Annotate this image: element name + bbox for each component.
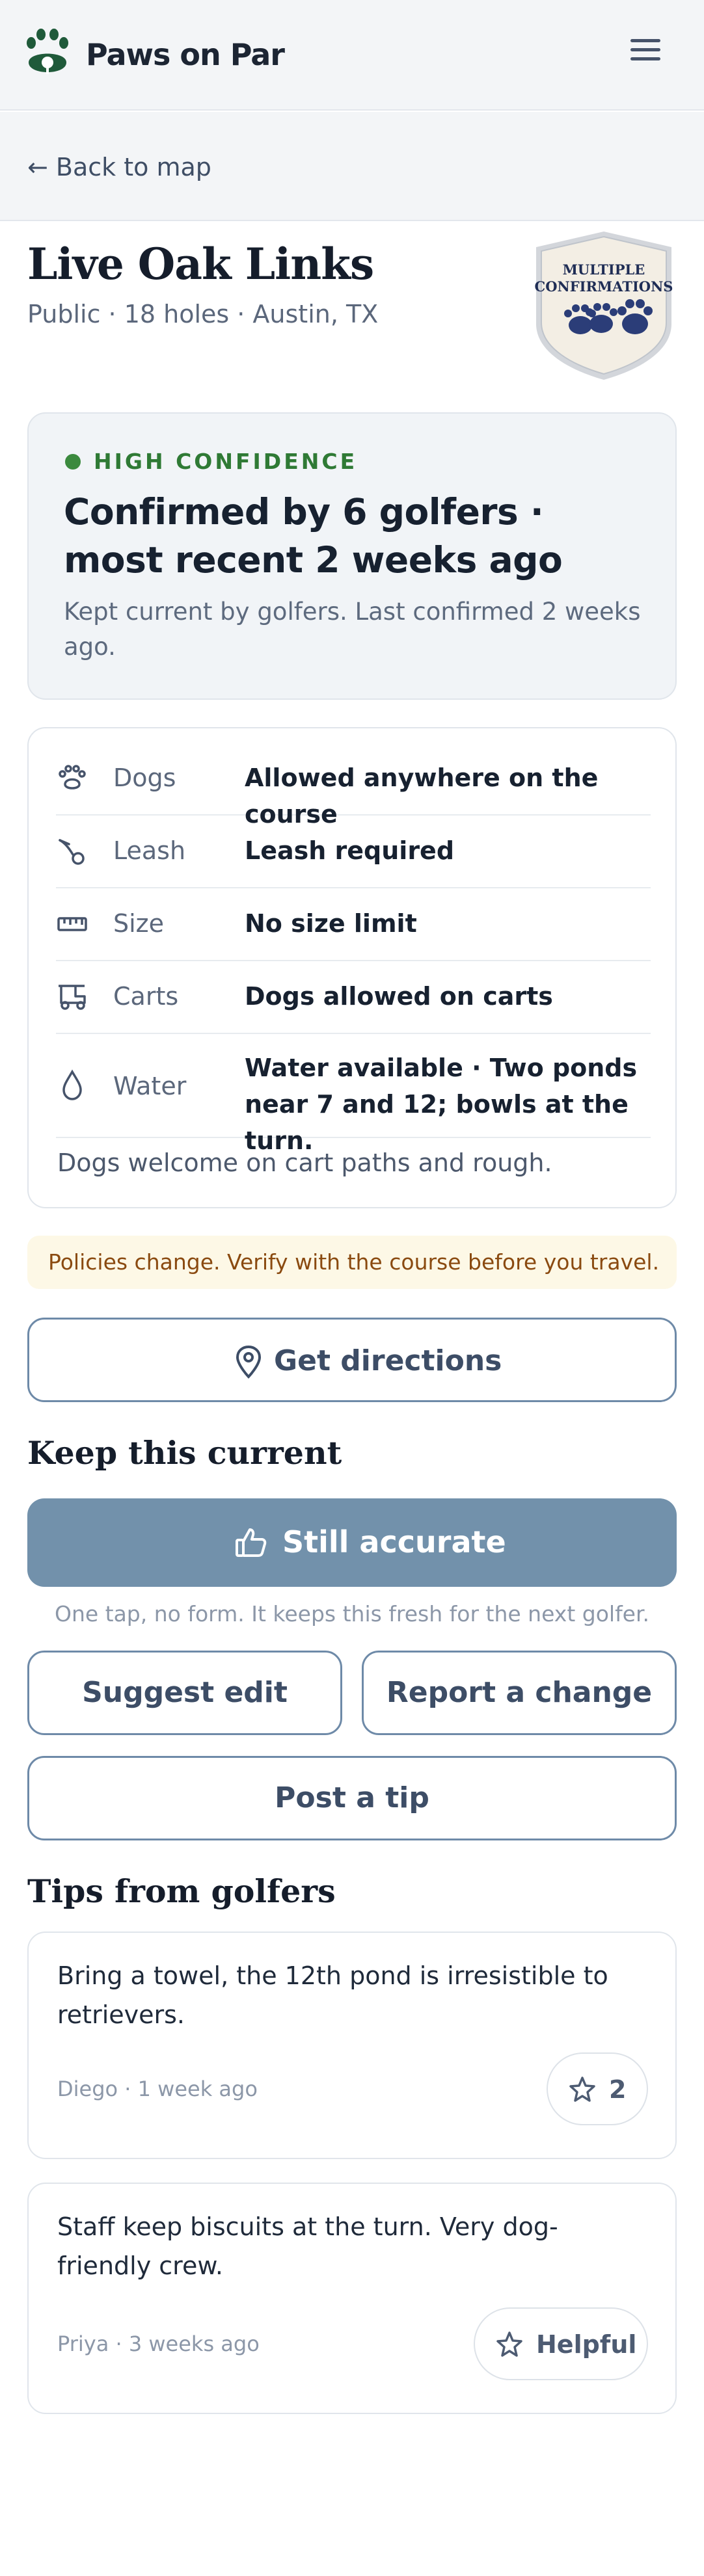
still-accurate-label: Still accurate: [282, 1524, 506, 1560]
policy-value: No size limit: [245, 909, 417, 938]
helpful-button[interactable]: 2: [547, 2052, 648, 2125]
tip-card: Staff keep biscuits at the turn. Very do…: [27, 2183, 677, 2414]
water-drop-icon: [62, 1069, 82, 1100]
policy-label: Size: [113, 909, 165, 938]
get-directions-button[interactable]: Get directions: [27, 1318, 677, 1402]
policy-label: Carts: [113, 982, 179, 1011]
thumbs-up-icon: [236, 1528, 267, 1557]
golf-cart-icon: [59, 985, 86, 1010]
leash-icon: [59, 839, 85, 865]
tip-text: Bring a towel, the 12th pond is irresist…: [57, 1961, 608, 2029]
tip-meta: Diego · 1 week ago: [57, 2077, 258, 2101]
keep-current-heading: Keep this current: [27, 1434, 342, 1472]
policy-row-carts: Carts Dogs allowed on carts: [56, 961, 651, 1034]
multiple-confirmations-badge: MULTIPLE CONFIRMATIONS: [532, 229, 675, 382]
app-header: Paws on Par: [0, 0, 704, 111]
course-details: Public · 18 holes · Austin, TX: [27, 300, 379, 328]
policy-value: Water available · Two ponds near 7 and 1…: [245, 1054, 638, 1155]
paw-icon: [59, 765, 86, 790]
badge-label: MULTIPLE CONFIRMATIONS: [534, 261, 673, 295]
hamburger-menu-icon[interactable]: [629, 39, 662, 68]
brand-name[interactable]: Paws on Par: [86, 35, 285, 74]
still-accurate-button[interactable]: Still accurate: [27, 1498, 677, 1587]
ruler-icon: [57, 917, 87, 931]
map-pin-icon: [236, 1345, 262, 1379]
directions-label: Get directions: [274, 1344, 502, 1377]
post-tip-button[interactable]: Post a tip: [27, 1756, 677, 1840]
star-icon: [569, 2077, 595, 2102]
still-accurate-hint: One tap, no form. It keeps this fresh fo…: [54, 1601, 650, 1627]
policy-value: Leash required: [245, 836, 455, 865]
policy-value: Dogs allowed on carts: [245, 982, 553, 1011]
tip-text: Staff keep biscuits at the turn. Very do…: [57, 2212, 558, 2280]
star-icon: [496, 2331, 522, 2357]
confidence-note: Kept current by golfers. Last confirmed …: [64, 598, 641, 661]
helpful-count: 2: [609, 2075, 627, 2104]
tip-meta: Priya · 3 weeks ago: [57, 2331, 260, 2356]
policy-card: Dogs Allowed anywhere on the course Leas…: [27, 727, 677, 1208]
policy-row-size: Size No size limit: [56, 888, 651, 961]
confidence-headline: Confirmed by 6 golfers · most recent 2 w…: [64, 491, 563, 581]
tip-card: Bring a towel, the 12th pond is irresist…: [27, 1932, 677, 2159]
policy-row-leash: Leash Leash required: [56, 816, 651, 888]
back-bar: ← Back to map: [0, 112, 704, 221]
helpful-label: Helpful: [536, 2330, 637, 2359]
warning-text: Policies change. Verify with the course …: [48, 1249, 660, 1275]
policy-label: Dogs: [113, 764, 176, 792]
policy-warning: Policies change. Verify with the course …: [27, 1236, 677, 1289]
helpful-button[interactable]: Helpful: [474, 2307, 648, 2380]
policy-label: Leash: [113, 836, 186, 865]
status-dot: [65, 454, 81, 470]
back-to-map-link[interactable]: ← Back to map: [27, 151, 211, 183]
policy-note: Dogs welcome on cart paths and rough.: [57, 1149, 552, 1177]
confidence-card: HIGH CONFIDENCE Confirmed by 6 golfers ·…: [27, 412, 677, 700]
policy-row-dogs: Dogs Allowed anywhere on the course: [56, 743, 651, 829]
policy-row-water: Water Water available · Two ponds near 7…: [56, 1034, 651, 1155]
course-title: Live Oak Links: [27, 239, 374, 289]
suggest-edit-button[interactable]: Suggest edit: [27, 1651, 342, 1735]
confidence-label: HIGH CONFIDENCE: [94, 449, 358, 474]
tips-heading: Tips from golfers: [27, 1872, 336, 1910]
report-change-button[interactable]: Report a change: [362, 1651, 677, 1735]
paw-golf-ball-icon[interactable]: [25, 29, 73, 81]
policy-label: Water: [113, 1072, 187, 1100]
